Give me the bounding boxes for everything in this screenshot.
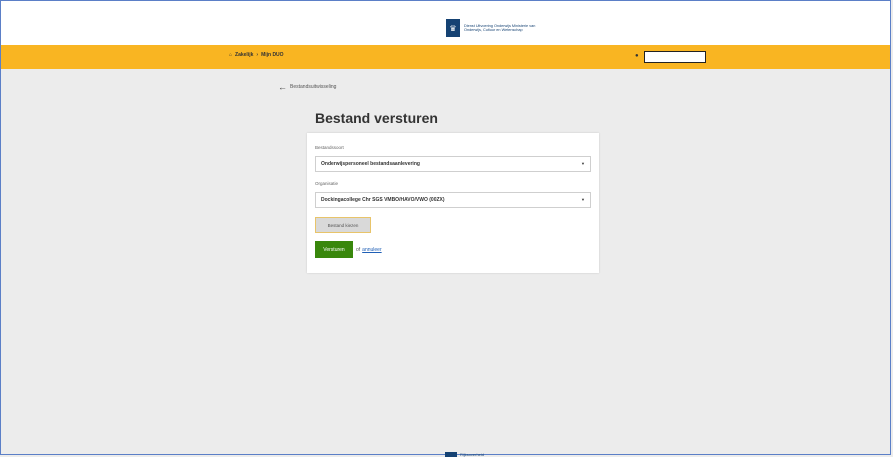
footer-text: Rijksoverheid: [460, 452, 485, 457]
logo-text: Dienst Uitvoering Onderwijs Ministerie v…: [464, 23, 536, 32]
arrow-left-icon: ←: [278, 82, 287, 92]
crown-emblem-icon: ♛: [446, 19, 460, 37]
crumb-business[interactable]: Zakelijk: [235, 52, 253, 58]
cancel-link[interactable]: annuleer: [362, 247, 381, 253]
back-link[interactable]: ← Bestandsuitwisseling: [278, 82, 337, 92]
person-icon[interactable]: ●: [635, 53, 639, 59]
organisation-label: Organisatie: [315, 181, 339, 186]
upload-form-card: Bestandssoort Onderwijspersoneel bestand…: [307, 133, 599, 273]
page-title: Bestand versturen: [315, 110, 438, 126]
site-header: ♛ Dienst Uitvoering Onderwijs Ministerie…: [1, 1, 890, 45]
breadcrumb: ⌂ Zakelijk › Mijn DUO: [229, 52, 284, 58]
choose-file-button[interactable]: Bestand kiezen: [315, 217, 371, 233]
user-name-redacted: [644, 51, 706, 63]
crumb-mijn-duo[interactable]: Mijn DUO: [261, 52, 284, 58]
duo-logo[interactable]: ♛ Dienst Uitvoering Onderwijs Ministerie…: [446, 19, 544, 37]
home-icon: ⌂: [229, 52, 233, 58]
file-type-select[interactable]: Onderwijspersoneel bestandsaanlevering ▼: [315, 156, 591, 172]
crumb-separator: ›: [256, 52, 259, 58]
caret-down-icon: ▼: [581, 197, 585, 202]
file-type-label: Bestandssoort: [315, 145, 344, 150]
caret-down-icon: ▼: [581, 161, 585, 166]
footer-logo: Rijksoverheid: [445, 452, 484, 457]
organisation-value: Dockingacollege Chr SGS VMBO/HAVO/VWO (0…: [321, 197, 445, 203]
organisation-select[interactable]: Dockingacollege Chr SGS VMBO/HAVO/VWO (0…: [315, 192, 591, 208]
send-button[interactable]: Versturen: [315, 241, 353, 258]
back-link-label: Bestandsuitwisseling: [290, 84, 337, 90]
file-type-value: Onderwijspersoneel bestandsaanlevering: [321, 161, 420, 167]
footer-emblem-icon: [445, 452, 457, 457]
or-text: of: [356, 246, 361, 253]
form-actions: Versturen of annuleer: [315, 241, 382, 258]
navbar: ⌂ Zakelijk › Mijn DUO ●: [1, 45, 890, 69]
